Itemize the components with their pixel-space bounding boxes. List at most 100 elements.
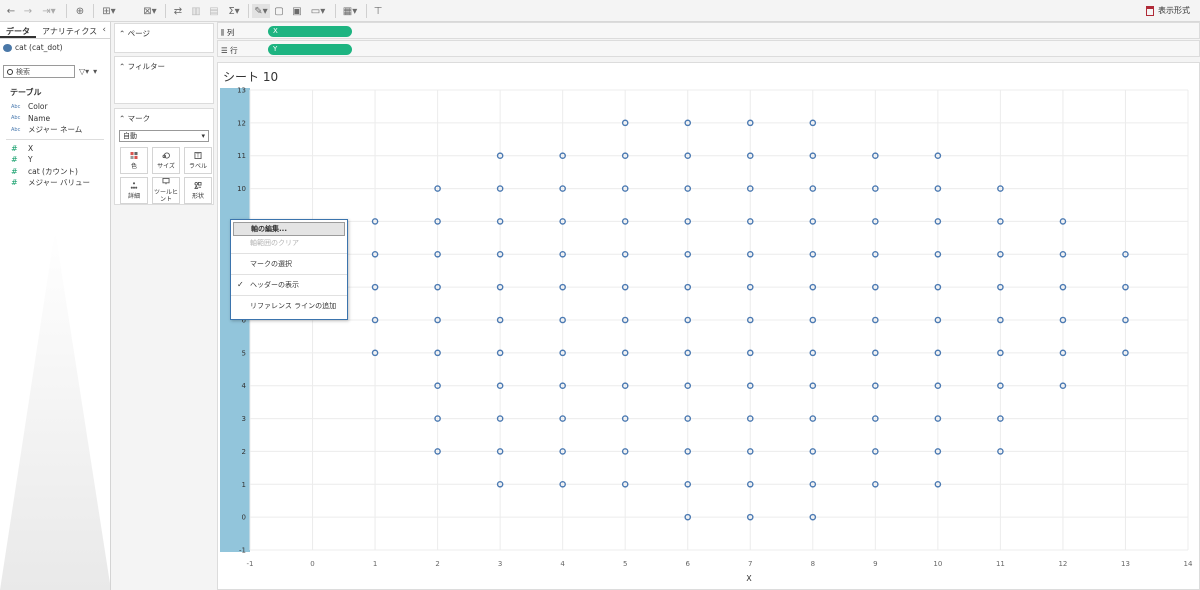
field-item[interactable]: Abc メジャー ネーム [0, 124, 110, 136]
totals-icon[interactable]: Σ▾ [226, 4, 242, 18]
color-icon [130, 151, 138, 161]
new-datasource-icon[interactable]: ⊕ [74, 4, 86, 18]
menu-edit-axis-label: 軸の編集... [251, 225, 287, 233]
toolbar: ← → ⇥▾ ⊕ ⊞▾ ⊠▾ ⇄ ▥ ▤ Σ▾ ✎▾ ▢ ▣ ▭▾ ▦▾ ⊤ 表… [0, 0, 1200, 22]
y-tick-label: 11 [237, 152, 246, 160]
size-mark-button[interactable]: サイズ [152, 147, 180, 174]
dimension-list: Abc Color Abc Name Abc メジャー ネーム [0, 101, 110, 136]
marks-label: マーク [127, 114, 151, 123]
filter-icon[interactable]: ▽▾ [79, 67, 89, 76]
field-item[interactable]: Abc Name [0, 113, 110, 125]
menu-show-header[interactable]: ✓ ヘッダーの表示 [231, 278, 347, 292]
marks-card-header[interactable]: ⌃ マーク [115, 109, 213, 128]
field-name: メジャー ネーム [28, 125, 83, 135]
y-tick-label: 12 [237, 119, 246, 127]
label-mark-button[interactable]: T ラベル [184, 147, 212, 174]
filters-card-header[interactable]: ⌃ フィルター [115, 57, 213, 76]
pages-label: ページ [127, 29, 151, 38]
rows-pill[interactable]: Y [268, 44, 352, 55]
sheet-view: シート 10 -101234567891011121314-1012345678… [217, 62, 1200, 590]
shape-mark-button[interactable]: 形状 [184, 177, 212, 204]
detail-mark-button[interactable]: 詳細 [120, 177, 148, 204]
tab-analytics[interactable]: アナリティクス [36, 22, 103, 38]
menu-add-reference-line[interactable]: リファレンス ラインの追加 [231, 299, 347, 313]
text-label-icon[interactable]: ▢ [273, 4, 285, 18]
mark-type-value: 自動 [123, 132, 137, 140]
menu-select-marks[interactable]: マークの選択 [231, 257, 347, 271]
y-tick-label: 10 [237, 185, 246, 193]
color-mark-button[interactable]: 色 [120, 147, 148, 174]
swap-icon[interactable]: ⇄ [172, 4, 184, 18]
save-icon[interactable]: ⇥▾ [38, 4, 60, 18]
y-tick-label: 4 [242, 382, 247, 390]
presentation-icon[interactable]: ⊤ [372, 4, 384, 18]
label-icon: T [194, 151, 202, 161]
field-item[interactable]: # メジャー バリュー [0, 177, 110, 189]
tab-data[interactable]: データ [0, 22, 36, 38]
size-icon [162, 151, 170, 161]
y-tick-label: -1 [239, 547, 246, 555]
field-item[interactable]: # Y [0, 154, 110, 166]
axis-context-menu: 軸の編集... 軸範囲のクリア マークの選択 ✓ ヘッダーの表示 リファレンス ラ… [230, 219, 348, 320]
rows-shelf-label: ☰ 行 [221, 46, 238, 55]
pane-tabs: データ アナリティクス ‹ [0, 22, 110, 39]
columns-pill[interactable]: X [268, 26, 352, 37]
tooltip-icon [162, 178, 170, 187]
menu-clear-axis-range: 軸範囲のクリア [231, 236, 347, 250]
menu-edit-axis[interactable]: 軸の編集... [233, 222, 345, 236]
tooltip-mark-button[interactable]: ツールヒ ント [152, 177, 180, 204]
duplicate-sheet-icon[interactable]: ⊠▾ [141, 4, 159, 18]
sort-asc-icon[interactable]: ▥ [190, 4, 202, 18]
filters-label: フィルター [127, 62, 166, 71]
columns-shelf[interactable]: ⫼ 列 X [217, 22, 1200, 39]
checkmark-icon: ✓ [237, 280, 244, 289]
search-icon [7, 68, 13, 75]
datasource-icon [3, 43, 12, 52]
dimension-type-icon: Abc [11, 103, 21, 110]
measure-type-icon: # [11, 166, 18, 176]
pages-card-header[interactable]: ⌃ ページ [115, 24, 213, 43]
y-tick-label: 5 [242, 349, 246, 357]
field-name: X [28, 143, 34, 153]
field-item[interactable]: # X [0, 143, 110, 155]
datasource-name: cat (cat_dot) [15, 43, 63, 52]
pages-card: ⌃ ページ [114, 23, 214, 53]
fit-icon[interactable]: ▭▾ [308, 4, 328, 18]
measure-type-icon: # [11, 143, 18, 153]
toolbar-divider [165, 4, 166, 18]
show-cards-icon[interactable]: ▦▾ [340, 4, 360, 18]
x-tick-label: 4 [560, 560, 565, 568]
field-item[interactable]: Abc Color [0, 101, 110, 113]
show-me-button[interactable]: 表示形式 [1146, 5, 1190, 16]
columns-shelf-label: ⫼ 列 [221, 28, 235, 37]
tables-header: テーブル [10, 88, 42, 97]
x-tick-label: -1 [247, 560, 254, 568]
x-tick-label: 14 [1184, 560, 1193, 568]
dimension-type-icon: Abc [11, 115, 21, 122]
redo-icon[interactable]: → [22, 4, 34, 18]
datasource-item[interactable]: cat (cat_dot) [0, 39, 110, 56]
y-tick-label: 13 [237, 87, 246, 95]
mark-type-select[interactable]: 自動 ▾ [119, 130, 209, 142]
toolbar-divider [93, 4, 94, 18]
highlight-icon[interactable]: ✎▾ [252, 4, 270, 18]
dimension-type-icon: Abc [11, 126, 21, 133]
field-name: メジャー バリュー [28, 178, 91, 188]
new-sheet-icon[interactable]: ⊞▾ [100, 4, 118, 18]
mark-button-label: 色 [130, 162, 137, 170]
x-tick-label: 5 [623, 560, 627, 568]
collapse-pane-icon[interactable]: ‹ [102, 25, 106, 35]
search-input[interactable]: 検索 [3, 65, 75, 78]
y-tick-label: 3 [242, 415, 246, 423]
mark-buttons: 色 サイズ T ラベル詳細 ツールヒ ント 形状 [120, 147, 212, 204]
tooltip-icon[interactable]: ▣ [291, 4, 303, 18]
columns-label-text: 列 [226, 28, 235, 37]
measure-type-icon: # [11, 178, 18, 188]
field-item[interactable]: # cat (カウント) [0, 166, 110, 178]
mark-button-label: 詳細 [127, 192, 140, 200]
undo-icon[interactable]: ← [5, 4, 17, 18]
sort-desc-icon[interactable]: ▤ [208, 4, 220, 18]
pane-menu-icon[interactable]: ▾ [93, 67, 97, 76]
rows-shelf[interactable]: ☰ 行 Y [217, 40, 1200, 57]
menu-clear-axis-range-label: 軸範囲のクリア [250, 239, 299, 247]
